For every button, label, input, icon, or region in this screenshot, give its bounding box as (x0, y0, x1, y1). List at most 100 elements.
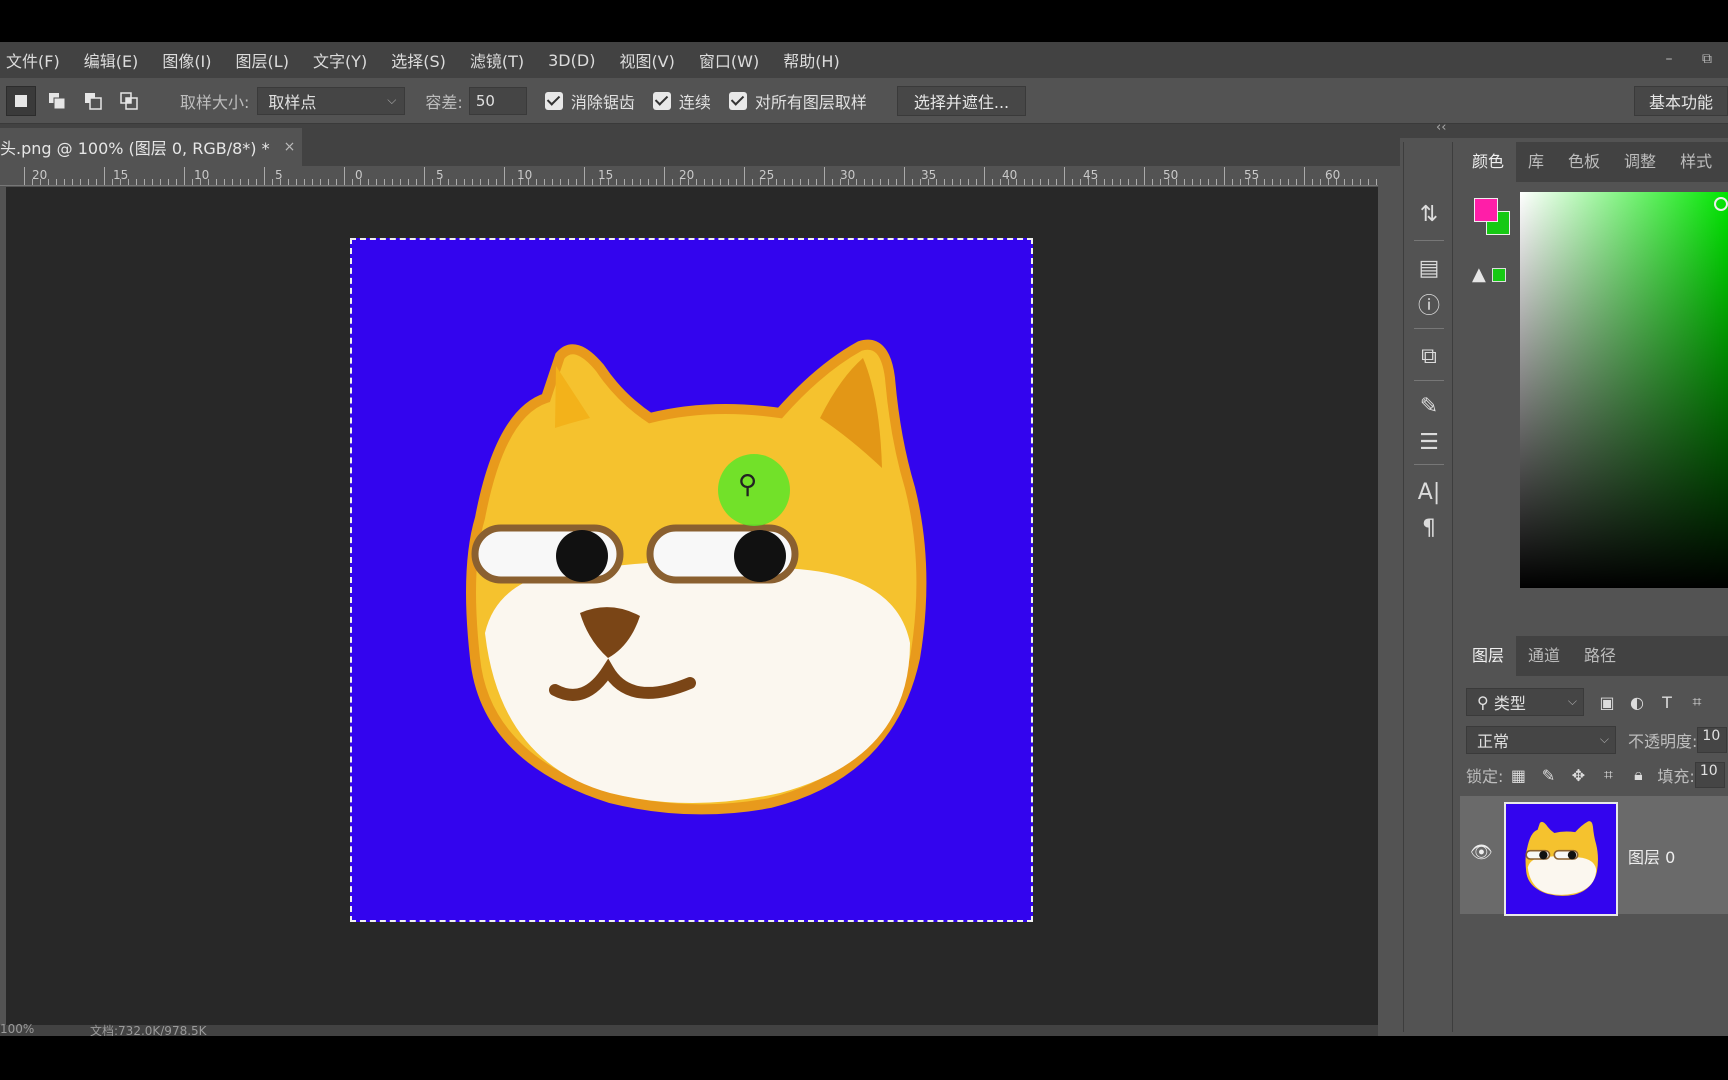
ruler-tick (1288, 179, 1289, 185)
lock-all-icon[interactable]: 🔒︎ (1623, 765, 1653, 785)
layer-thumbnail[interactable] (1504, 802, 1618, 916)
tab-paths[interactable]: 路径 (1572, 642, 1628, 676)
sample-size-select[interactable]: 取样点 ⌵ (257, 86, 406, 115)
layer-filter-select[interactable]: ⚲ 类型 ⌵ (1466, 688, 1584, 716)
menu-view[interactable]: 视图(V) (607, 48, 686, 72)
workspace-switcher[interactable]: 基本功能 (1633, 86, 1728, 116)
color-picker-field[interactable] (1520, 192, 1728, 588)
tab-adjustments[interactable]: 调整 (1612, 148, 1668, 182)
ruler-tick (72, 179, 73, 185)
tab-channels[interactable]: 通道 (1516, 642, 1572, 676)
blend-mode-select[interactable]: 正常 ⌵ (1466, 726, 1616, 754)
opacity-input[interactable]: 10 (1697, 727, 1728, 753)
ruler-tick (880, 179, 881, 185)
tab-color[interactable]: 颜色 (1460, 138, 1517, 182)
layer-name[interactable]: 图层 0 (1628, 844, 1675, 868)
menu-layer[interactable]: 图层(L) (224, 48, 301, 72)
menu-type[interactable]: 文字(Y) (301, 48, 379, 72)
ruler-tick (88, 179, 89, 185)
doge-thumbnail-image (1525, 821, 1598, 896)
restore-button[interactable]: ⧉ (1696, 48, 1718, 70)
ruler-tick (1112, 179, 1113, 185)
status-bar: 100% 文档:732.0K/978.5K (0, 1022, 1378, 1036)
filter-shape-icon[interactable]: ⌗ (1682, 692, 1712, 712)
add-to-selection-button[interactable] (42, 86, 72, 116)
tab-libraries[interactable]: 库 (1516, 148, 1556, 182)
ruler-tick (784, 179, 785, 185)
lock-artboard-icon[interactable]: ⌗ (1593, 765, 1623, 785)
brush-presets-icon[interactable]: ✎ (1413, 390, 1445, 422)
character-icon[interactable]: A| (1413, 476, 1445, 508)
brush-settings-icon[interactable]: ☰ (1413, 426, 1445, 458)
collapse-panels-icon[interactable]: ‹‹ (1436, 120, 1446, 135)
lock-pixels-icon[interactable]: ✎ (1533, 766, 1563, 785)
subtract-from-selection-button[interactable] (78, 86, 108, 116)
menu-help[interactable]: 帮助(H) (771, 48, 852, 72)
menu-file[interactable]: 文件(F) (0, 48, 72, 72)
layer-row[interactable]: 👁︎ 图层 0 (1460, 796, 1728, 916)
sample-all-layers-checkbox[interactable]: 对所有图层取样 (728, 89, 867, 113)
ruler-tick (904, 167, 905, 185)
ruler-tick (1240, 179, 1241, 185)
ruler-tick (480, 179, 481, 185)
intersect-selection-button[interactable] (114, 86, 144, 116)
ruler-tick (1352, 179, 1353, 185)
horizontal-ruler[interactable]: 20 15 10 5 0 5 10 15 20 25 30 35 40 45 5… (0, 166, 1378, 186)
contiguous-checkbox[interactable]: 连续 (652, 89, 711, 113)
ruler-tick (24, 167, 25, 185)
ruler-tick (152, 179, 153, 185)
menu-select[interactable]: 选择(S) (379, 48, 458, 72)
tab-styles[interactable]: 样式 (1668, 148, 1724, 182)
tab-layers[interactable]: 图层 (1460, 632, 1517, 676)
ruler-tick (288, 179, 289, 185)
info-icon[interactable]: ⓘ (1413, 288, 1445, 320)
gamut-warning-icon[interactable]: ▲ (1472, 264, 1486, 285)
ruler-tick (296, 179, 297, 185)
menu-image[interactable]: 图像(I) (150, 48, 223, 72)
filter-type-icon[interactable]: T (1652, 693, 1682, 712)
filter-pixel-icon[interactable]: ▣ (1592, 693, 1622, 712)
ruler-label: 25 (759, 168, 775, 182)
ruler-tick (1192, 179, 1193, 185)
history-icon[interactable]: ⇅ (1413, 198, 1445, 230)
select-and-mask-button[interactable]: 选择并遮住... (896, 85, 1027, 116)
ruler-tick (656, 179, 657, 185)
close-icon[interactable]: × (284, 139, 296, 155)
document-size[interactable]: 文档:732.0K/978.5K (90, 1022, 207, 1036)
ruler-tick (216, 179, 217, 185)
document-tab[interactable]: 狗头.png @ 100% (图层 0, RGB/8*) * × (0, 128, 302, 166)
color-picker-handle[interactable] (1714, 197, 1728, 211)
fill-input[interactable]: 10 (1694, 762, 1725, 788)
ruler-tick (48, 179, 49, 185)
anti-alias-checkbox[interactable]: 消除锯齿 (544, 89, 635, 113)
new-selection-button[interactable] (6, 85, 36, 116)
tolerance-label: 容差: (425, 92, 463, 112)
cursor-highlight: ⚲ (718, 454, 790, 526)
ruler-tick (968, 179, 969, 185)
intersect-selection-icon (120, 91, 138, 110)
minimize-button[interactable]: – (1658, 48, 1680, 70)
menu-window[interactable]: 窗口(W) (687, 48, 771, 72)
lock-transparent-icon[interactable]: ▦ (1503, 766, 1533, 785)
ruler-tick (1368, 179, 1369, 185)
clone-source-icon[interactable]: ⧉ (1413, 340, 1445, 372)
canvas-area[interactable]: ⚲ (6, 187, 1378, 1025)
tolerance-input[interactable]: 50 (468, 86, 527, 115)
web-safe-color-swatch[interactable] (1492, 268, 1506, 282)
checkbox-checked-icon (544, 91, 563, 110)
paragraph-icon[interactable]: ¶ (1413, 512, 1445, 544)
menu-filter[interactable]: 滤镜(T) (458, 48, 536, 72)
document-image[interactable] (350, 238, 1033, 922)
menu-3d[interactable]: 3D(D) (536, 51, 607, 70)
ruler-tick (432, 179, 433, 185)
ruler-tick (224, 179, 225, 185)
properties-icon[interactable]: ▤ (1413, 252, 1445, 284)
menu-edit[interactable]: 编辑(E) (72, 48, 151, 72)
foreground-color-swatch[interactable] (1474, 198, 1498, 222)
ruler-tick (304, 179, 305, 185)
filter-adjustment-icon[interactable]: ◐ (1622, 693, 1652, 712)
lock-position-icon[interactable]: ✥ (1563, 766, 1593, 785)
eye-icon[interactable]: 👁︎ (1470, 842, 1493, 863)
tab-swatches[interactable]: 色板 (1556, 148, 1612, 182)
zoom-level[interactable]: 100% (0, 1022, 34, 1036)
